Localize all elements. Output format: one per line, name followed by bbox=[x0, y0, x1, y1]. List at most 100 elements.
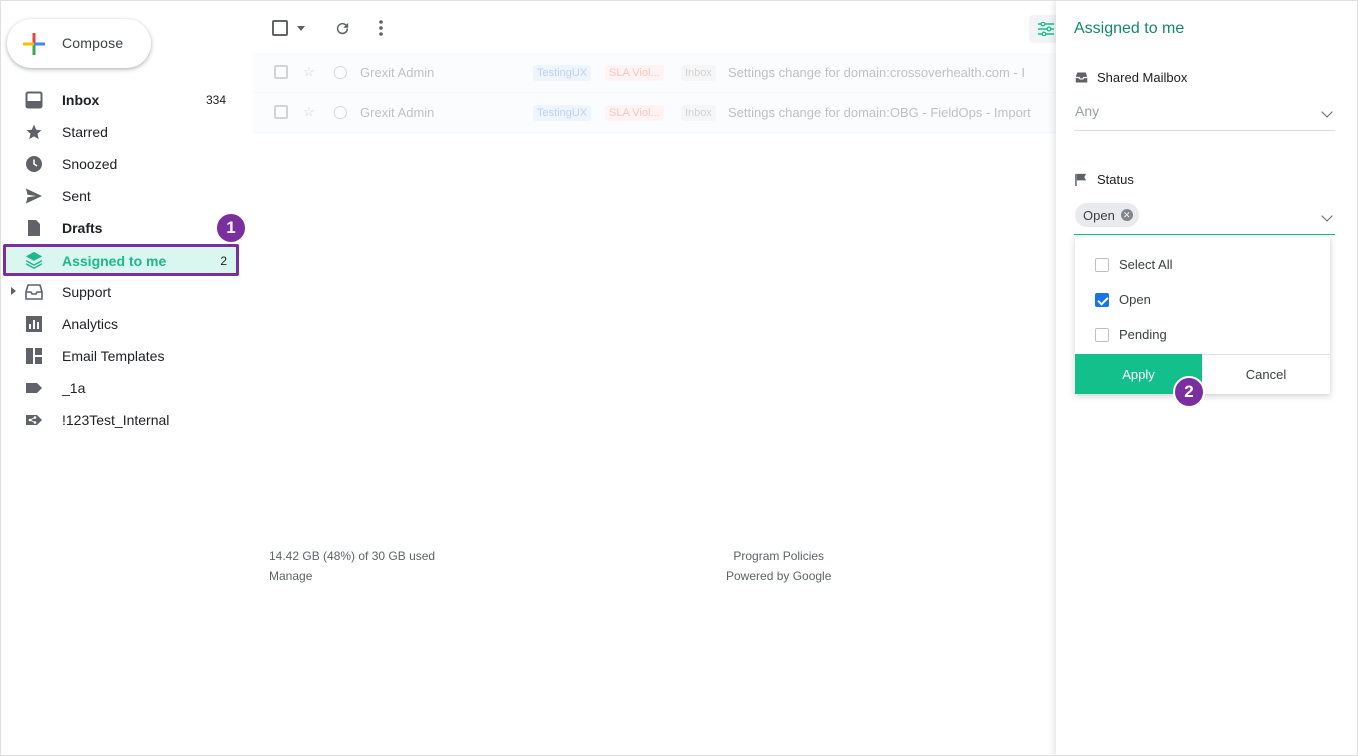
shared-mailbox-label: Shared Mailbox bbox=[1097, 70, 1188, 85]
send-icon bbox=[25, 187, 43, 205]
option-pending[interactable]: Pending bbox=[1095, 327, 1167, 342]
sidebar-item-support[interactable]: Support bbox=[1, 276, 246, 308]
option-select-all[interactable]: Select All bbox=[1095, 257, 1172, 272]
status-chip-label: Open bbox=[1083, 207, 1115, 223]
checkbox-checked[interactable] bbox=[1095, 292, 1109, 307]
sidebar-item-sent[interactable]: Sent bbox=[1, 180, 246, 212]
shared-inbox-icon bbox=[1075, 72, 1088, 83]
email-tag: Inbox bbox=[681, 65, 716, 81]
sidebar-item-label: Assigned to me bbox=[62, 253, 167, 269]
importance-icon[interactable]: ◯ bbox=[333, 104, 348, 120]
email-subject: Settings change for domain:crossoverheal… bbox=[728, 65, 1025, 80]
email-sender: Grexit Admin bbox=[360, 105, 435, 120]
email-tag: TestingUX bbox=[533, 65, 592, 81]
email-list: ☆ ◯ Grexit Admin TestingUX SLA Viol... I… bbox=[253, 53, 1057, 133]
step-marker-2: 2 bbox=[1173, 376, 1205, 408]
row-checkbox[interactable] bbox=[274, 65, 288, 79]
importance-icon[interactable]: ◯ bbox=[333, 64, 348, 80]
status-heading: Status bbox=[1075, 172, 1134, 187]
sidebar-item-assigned-to-me[interactable]: Assigned to me 2 bbox=[3, 244, 239, 276]
chevron-down-icon bbox=[1321, 106, 1333, 118]
cancel-button[interactable]: Cancel bbox=[1202, 354, 1330, 394]
shared-mailbox-heading: Shared Mailbox bbox=[1075, 70, 1187, 85]
sidebar-item-email-templates[interactable]: Email Templates bbox=[1, 340, 246, 372]
sidebar-item-inbox[interactable]: Inbox 334 bbox=[1, 84, 246, 116]
inbox-icon bbox=[25, 91, 43, 109]
sidebar-item-label: Inbox bbox=[62, 92, 100, 108]
email-tag: SLA Viol... bbox=[605, 65, 664, 81]
storage-footer: 14.42 GB (48%) of 30 GB used Manage bbox=[269, 546, 435, 586]
sidebar-item-label: Email Templates bbox=[62, 348, 165, 364]
sidebar-item-drafts[interactable]: Drafts bbox=[1, 212, 246, 244]
sidebar-item-starred[interactable]: Starred bbox=[1, 116, 246, 148]
sidebar-item-analytics[interactable]: Analytics bbox=[1, 308, 246, 340]
sidebar-item-1a[interactable]: _1a bbox=[1, 372, 246, 404]
panel-title: Assigned to me bbox=[1074, 20, 1185, 37]
status-select[interactable]: Open ✕ bbox=[1074, 203, 1335, 235]
expand-caret-icon[interactable] bbox=[11, 287, 16, 295]
option-label: Select All bbox=[1119, 257, 1173, 272]
sidebar-item-label: Support bbox=[62, 284, 112, 300]
email-sender: Grexit Admin bbox=[360, 65, 435, 80]
plus-icon bbox=[23, 33, 45, 55]
email-tag: SLA Viol... bbox=[605, 105, 664, 121]
star-toggle-icon[interactable]: ☆ bbox=[303, 104, 315, 120]
select-dropdown-icon[interactable] bbox=[297, 25, 305, 31]
policy-footer: Program Policies Powered by Google bbox=[726, 546, 831, 586]
sidebar-item-label: _1a bbox=[62, 380, 86, 396]
mail-toolbar bbox=[263, 13, 383, 43]
templates-icon bbox=[25, 347, 43, 365]
flag-icon bbox=[1075, 173, 1087, 186]
shared-mailbox-value: Any bbox=[1075, 103, 1100, 119]
option-open[interactable]: Open bbox=[1095, 292, 1151, 307]
layers-icon bbox=[25, 251, 43, 269]
sidebar-item-label: Starred bbox=[62, 124, 108, 140]
sidebar-item-label: Drafts bbox=[62, 220, 103, 236]
program-policies-link[interactable]: Program Policies bbox=[726, 546, 831, 566]
sidebar-item-123test-internal[interactable]: !123Test_Internal bbox=[1, 404, 246, 436]
sidebar-item-label: Analytics bbox=[62, 316, 119, 332]
email-row[interactable]: ☆ ◯ Grexit Admin TestingUX SLA Viol... I… bbox=[253, 53, 1057, 93]
compose-label: Compose bbox=[62, 35, 124, 51]
filter-panel: Assigned to me Shared Mailbox Any Status… bbox=[1056, 1, 1357, 755]
sidebar: Inbox 334 Starred Snoozed Sent Drafts As… bbox=[1, 84, 246, 436]
sidebar-item-label: Sent bbox=[62, 188, 91, 204]
label-icon bbox=[25, 379, 43, 397]
analytics-icon bbox=[25, 315, 43, 333]
status-chip: Open ✕ bbox=[1075, 203, 1139, 227]
sidebar-item-label: Snoozed bbox=[62, 156, 118, 172]
assigned-count: 2 bbox=[220, 254, 227, 268]
filter-sliders-icon bbox=[1038, 22, 1054, 36]
refresh-icon[interactable] bbox=[334, 20, 351, 37]
sidebar-item-label: !123Test_Internal bbox=[62, 412, 170, 428]
option-label: Open bbox=[1119, 292, 1151, 307]
app-window: Compose Inbox 334 Starred Snoozed Sent D… bbox=[0, 0, 1358, 756]
row-checkbox[interactable] bbox=[274, 105, 288, 119]
draft-icon bbox=[25, 219, 43, 237]
manage-storage-link[interactable]: Manage bbox=[269, 566, 435, 586]
compose-button[interactable]: Compose bbox=[7, 19, 151, 68]
checkbox[interactable] bbox=[1095, 257, 1109, 272]
email-tag: Inbox bbox=[681, 105, 716, 121]
shared-mailbox-select[interactable]: Any bbox=[1074, 101, 1335, 131]
star-icon bbox=[25, 123, 43, 141]
clock-icon bbox=[25, 155, 43, 173]
shared-label-icon bbox=[25, 411, 43, 429]
powered-by: Powered by Google bbox=[726, 569, 832, 583]
more-options-icon[interactable] bbox=[379, 20, 383, 36]
sidebar-item-snoozed[interactable]: Snoozed bbox=[1, 148, 246, 180]
checkbox[interactable] bbox=[1095, 327, 1109, 342]
inbox-count: 334 bbox=[205, 93, 226, 107]
star-toggle-icon[interactable]: ☆ bbox=[303, 64, 315, 80]
storage-usage: 14.42 GB (48%) of 30 GB used bbox=[269, 549, 436, 563]
status-label: Status bbox=[1097, 172, 1134, 187]
select-all-checkbox[interactable] bbox=[272, 20, 288, 36]
status-dropdown: Select All Open Pending Apply Cancel bbox=[1075, 237, 1330, 394]
email-row[interactable]: ☆ ◯ Grexit Admin TestingUX SLA Viol... I… bbox=[253, 93, 1057, 133]
shared-inbox-icon bbox=[25, 283, 43, 301]
remove-chip-icon[interactable]: ✕ bbox=[1120, 209, 1133, 221]
email-subject: Settings change for domain:OBG - FieldOp… bbox=[728, 105, 1031, 120]
email-tag: TestingUX bbox=[533, 105, 592, 121]
step-marker-1: 1 bbox=[215, 212, 247, 244]
chevron-down-icon bbox=[1321, 210, 1333, 222]
